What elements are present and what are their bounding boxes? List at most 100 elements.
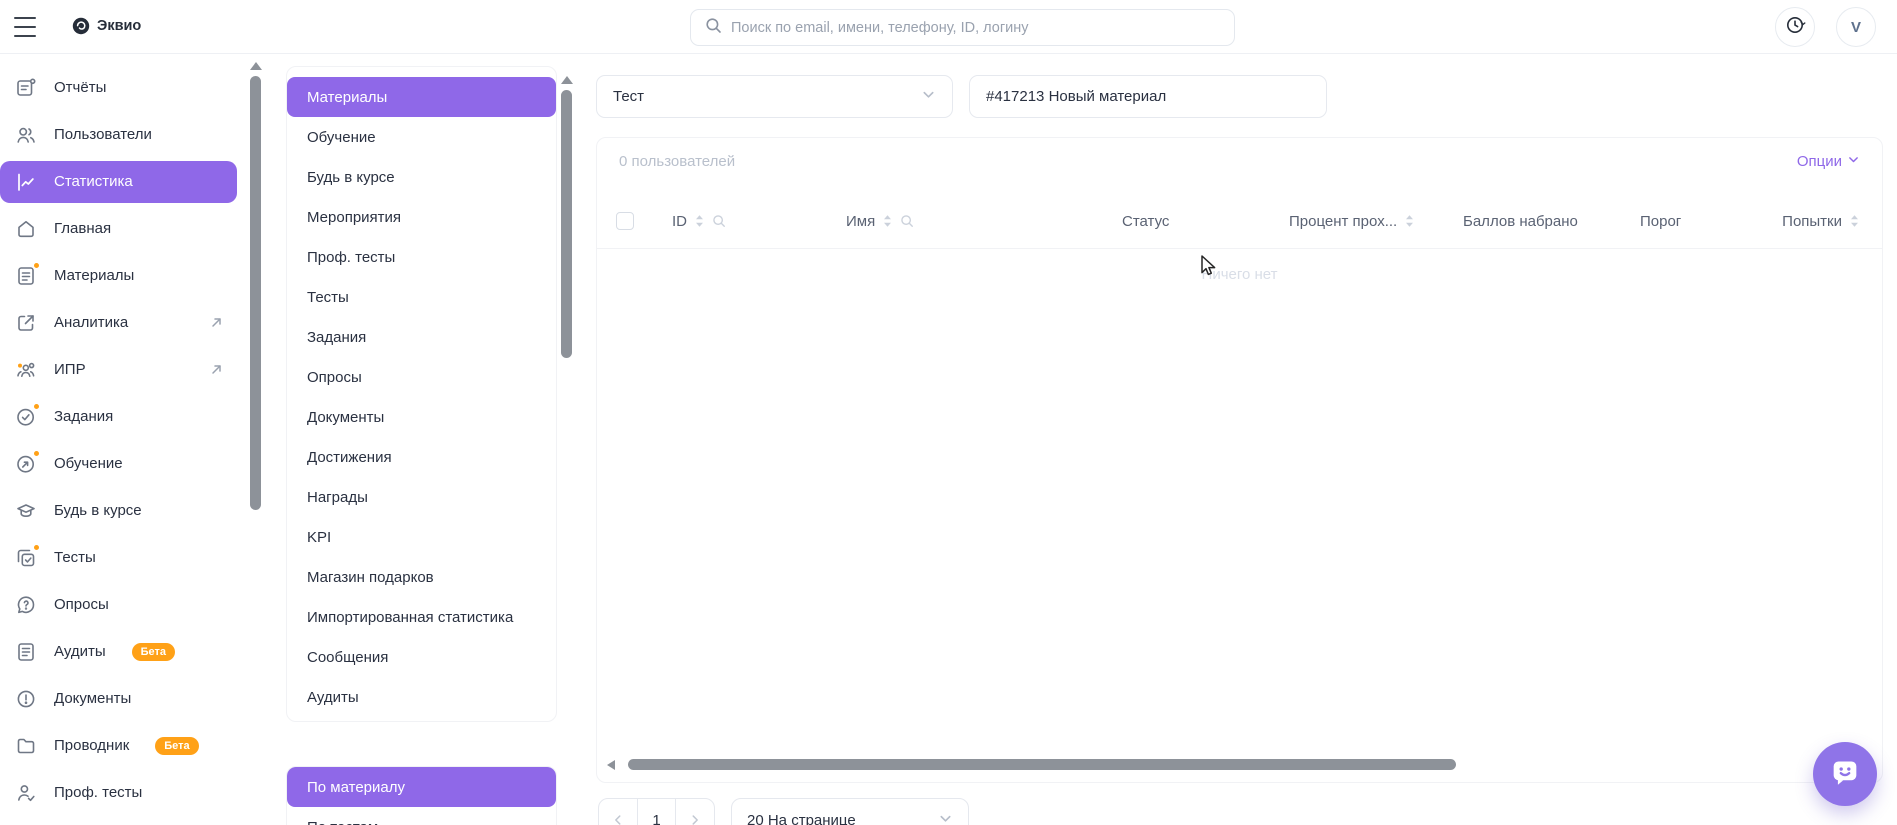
sidebar-item-label: Пользователи xyxy=(54,126,152,143)
statistics-submenu: Материалы Обучение Будь в курсе Мероприя… xyxy=(286,66,557,722)
submenu-item-by-material[interactable]: По материалу xyxy=(287,767,556,807)
notification-dot xyxy=(32,261,41,270)
brand-logo[interactable]: Эквио xyxy=(72,17,141,35)
training-icon xyxy=(14,452,38,476)
column-header-threshold[interactable]: Порог xyxy=(1640,194,1681,248)
sidebar-item-analytics[interactable]: Аналитика xyxy=(0,299,237,346)
submenu-item-events[interactable]: Мероприятия xyxy=(287,197,556,237)
notification-dot xyxy=(32,449,41,458)
submenu-item-stay-tuned[interactable]: Будь в курсе xyxy=(287,157,556,197)
submenu-item-audits[interactable]: Аудиты xyxy=(287,677,556,717)
sort-icon[interactable] xyxy=(694,214,705,228)
select-all-checkbox[interactable] xyxy=(616,212,634,230)
sidebar-item-tests[interactable]: Тесты xyxy=(0,534,237,581)
users-count: 0 пользователей xyxy=(619,153,735,170)
hamburger-menu-icon[interactable] xyxy=(14,17,36,37)
submenu-item-documents[interactable]: Документы xyxy=(287,397,556,437)
graduation-cap-icon xyxy=(14,499,38,523)
pagination: 1 xyxy=(598,798,715,825)
submenu-item-tasks[interactable]: Задания xyxy=(287,317,556,357)
sidebar-item-tasks[interactable]: Задания xyxy=(0,393,237,440)
external-link-arrow-icon xyxy=(210,316,223,329)
table-header-row: ID Имя Статус Процент прох... Баллов наб… xyxy=(597,194,1882,249)
sidebar-item-ipr[interactable]: ИПР xyxy=(0,346,237,393)
home-icon xyxy=(14,217,38,241)
exclamation-circle-icon xyxy=(14,687,38,711)
submenu-item-messages[interactable]: Сообщения xyxy=(287,637,556,677)
material-type-value: Тест xyxy=(613,88,644,105)
submenu-scrollbar[interactable] xyxy=(561,90,572,358)
audits-document-icon xyxy=(14,640,38,664)
sidebar-item-label: Будь в курсе xyxy=(54,502,142,519)
submenu-item-training[interactable]: Обучение xyxy=(287,117,556,157)
material-search-input[interactable] xyxy=(970,76,1326,117)
sidebar-item-label: Отчёты xyxy=(54,79,106,96)
tasks-check-icon xyxy=(14,405,38,429)
prev-page-button[interactable] xyxy=(599,799,637,825)
submenu-item-tests[interactable]: Тесты xyxy=(287,277,556,317)
by-material-submenu: По материалу По тестам xyxy=(286,766,557,825)
sidebar-item-explorer[interactable]: Проводник Бета xyxy=(0,722,237,769)
analytics-icon xyxy=(14,311,38,335)
users-icon xyxy=(14,123,38,147)
current-page-button[interactable]: 1 xyxy=(637,799,676,825)
search-input[interactable] xyxy=(731,20,1220,36)
sidebar-item-stay-tuned[interactable]: Будь в курсе xyxy=(0,487,237,534)
column-header-status[interactable]: Статус xyxy=(1122,194,1169,248)
sort-icon[interactable] xyxy=(882,214,893,228)
submenu-item-gift-shop[interactable]: Магазин подарков xyxy=(287,557,556,597)
column-header-id[interactable]: ID xyxy=(672,194,726,248)
horizontal-scrollbar-thumb[interactable] xyxy=(628,759,1456,770)
submenu-item-by-tests[interactable]: По тестам xyxy=(287,807,556,825)
sidebar-item-materials[interactable]: Материалы xyxy=(0,252,237,299)
sidebar-item-users[interactable]: Пользователи xyxy=(0,111,237,158)
tests-icon xyxy=(14,546,38,570)
support-chat-button[interactable] xyxy=(1813,742,1877,806)
column-header-points[interactable]: Баллов набрано xyxy=(1463,194,1578,248)
material-type-select[interactable]: Тест xyxy=(596,75,953,118)
scroll-left-arrow[interactable] xyxy=(607,760,615,770)
page-size-select[interactable]: 20 На странице xyxy=(731,798,969,825)
submenu-item-surveys[interactable]: Опросы xyxy=(287,357,556,397)
sidebar-item-statistics[interactable]: Статистика xyxy=(0,161,237,203)
sidebar-item-label: Документы xyxy=(54,690,131,707)
horizontal-scrollbar-track[interactable] xyxy=(605,758,1874,772)
sidebar-item-training[interactable]: Обучение xyxy=(0,440,237,487)
submenu-item-materials[interactable]: Материалы xyxy=(287,77,556,117)
submenu-item-prof-tests[interactable]: Проф. тесты xyxy=(287,237,556,277)
user-avatar[interactable]: V xyxy=(1836,7,1876,47)
column-header-progress[interactable]: Процент прох... xyxy=(1289,194,1415,248)
column-header-name[interactable]: Имя xyxy=(846,194,914,248)
person-check-icon xyxy=(14,781,38,805)
submenu-item-kpi[interactable]: KPI xyxy=(287,517,556,557)
reports-icon xyxy=(14,76,38,100)
sidebar-item-documents[interactable]: Документы xyxy=(0,675,237,722)
column-header-attempts[interactable]: Попытки xyxy=(1782,194,1860,248)
next-page-button[interactable] xyxy=(675,799,714,825)
sort-icon[interactable] xyxy=(1404,214,1415,228)
submenu-scroll-up-arrow[interactable] xyxy=(561,76,573,84)
sidebar-scrollbar[interactable] xyxy=(250,76,261,510)
submenu-item-imported-statistics[interactable]: Импортированная статистика xyxy=(287,597,556,637)
sidebar-item-label: Опросы xyxy=(54,596,109,613)
sidebar-item-surveys[interactable]: Опросы xyxy=(0,581,237,628)
sidebar-item-reports[interactable]: Отчёты xyxy=(0,64,237,111)
submenu-item-awards[interactable]: Награды xyxy=(287,477,556,517)
sidebar-scroll-up-arrow[interactable] xyxy=(250,62,262,70)
sidebar-item-label: Тесты xyxy=(54,549,96,566)
statistics-table-card: 0 пользователей Опции ID Имя Статус xyxy=(596,137,1883,783)
sidebar-item-prof-tests[interactable]: Проф. тесты xyxy=(0,769,237,816)
beta-badge: Бета xyxy=(155,737,198,755)
global-search[interactable] xyxy=(690,9,1235,46)
submenu-item-achievements[interactable]: Достижения xyxy=(287,437,556,477)
sidebar-item-label: Проводник xyxy=(54,737,129,754)
sidebar-item-home[interactable]: Главная xyxy=(0,205,237,252)
search-icon xyxy=(705,17,722,39)
column-search-icon[interactable] xyxy=(712,214,726,228)
clock-history-icon xyxy=(1784,14,1806,41)
sort-icon[interactable] xyxy=(1849,214,1860,228)
history-button[interactable] xyxy=(1775,7,1815,47)
column-search-icon[interactable] xyxy=(900,214,914,228)
sidebar-item-audits[interactable]: Аудиты Бета xyxy=(0,628,237,675)
options-dropdown[interactable]: Опции xyxy=(1797,153,1860,170)
